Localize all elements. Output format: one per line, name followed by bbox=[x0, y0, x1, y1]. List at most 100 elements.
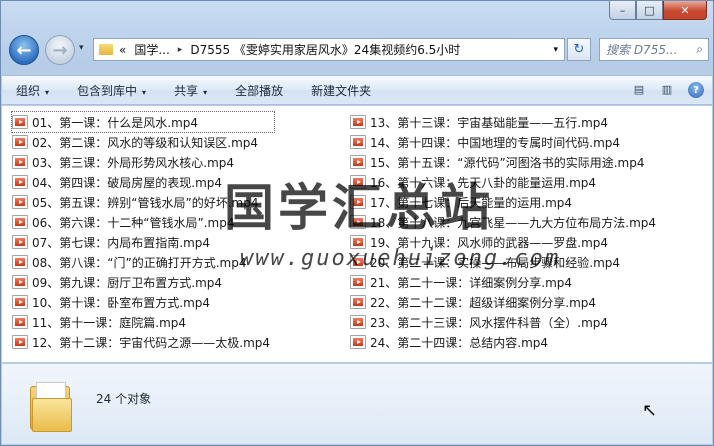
video-file-icon bbox=[12, 135, 28, 149]
file-item[interactable]: 13、第十三课：宇宙基础能量——五行.mp4 bbox=[350, 112, 660, 132]
details-pane: 24 个对象 ↖ bbox=[2, 363, 712, 444]
file-item[interactable]: 07、第七课：内局布置指南.mp4 bbox=[12, 232, 274, 252]
file-name: 03、第三课：外局形势风水核心.mp4 bbox=[32, 155, 235, 170]
file-item[interactable]: 01、第一课：什么是风水.mp4 bbox=[10, 111, 276, 133]
organize-button[interactable]: 组织 ▾ bbox=[2, 82, 63, 99]
chevron-down-icon: ▾ bbox=[142, 87, 147, 97]
video-file-icon bbox=[12, 275, 28, 289]
video-file-icon bbox=[350, 315, 366, 329]
share-button[interactable]: 共享 ▾ bbox=[160, 82, 221, 99]
file-name: 08、第八课：“门”的正确打开方式.mp4 bbox=[32, 255, 247, 270]
file-name: 23、第二十三课：风水摆件科普（全）.mp4 bbox=[370, 315, 609, 330]
file-name: 18、第十八课：九宫飞星——九大方位布局方法.mp4 bbox=[370, 215, 657, 230]
file-item[interactable]: 19、第十九课：风水师的武器——罗盘.mp4 bbox=[350, 232, 660, 252]
include-in-library-label: 包含到库中 bbox=[77, 83, 138, 98]
video-file-icon bbox=[12, 195, 28, 209]
video-file-icon bbox=[350, 235, 366, 249]
file-name: 16、第十六课：先天八卦的能量运用.mp4 bbox=[370, 175, 597, 190]
file-name: 02、第二课：风水的等级和认知误区.mp4 bbox=[32, 135, 259, 150]
file-item[interactable]: 22、第二十二课：超级详细案例分享.mp4 bbox=[350, 292, 660, 312]
file-item[interactable]: 24、第二十四课：总结内容.mp4 bbox=[350, 332, 660, 352]
include-in-library-button[interactable]: 包含到库中 ▾ bbox=[63, 82, 160, 99]
explorer-window: – □ ✕ ← → ▾ « 国学... ▸ D7555 《雯婷实用家居风水》24… bbox=[0, 0, 714, 446]
file-list[interactable]: 01、第一课：什么是风水.mp4 02、第二课：风水的等级和认知误区.mp4 0… bbox=[2, 106, 712, 362]
address-overflow[interactable]: « bbox=[119, 43, 126, 57]
back-button[interactable]: ← bbox=[9, 35, 39, 65]
breadcrumb-root[interactable]: 国学... bbox=[134, 41, 169, 58]
file-name: 14、第十四课：中国地理的专属时间代码.mp4 bbox=[370, 135, 621, 150]
file-name: 12、第十二课：宇宙代码之源——太极.mp4 bbox=[32, 335, 271, 350]
file-name: 22、第二十二课：超级详细案例分享.mp4 bbox=[370, 295, 597, 310]
breadcrumb-current[interactable]: D7555 《雯婷实用家居风水》24集视频约6.5小时 bbox=[190, 41, 460, 58]
file-column-right: 13、第十三课：宇宙基础能量——五行.mp4 14、第十四课：中国地理的专属时间… bbox=[350, 112, 660, 352]
address-bar[interactable]: « 国学... ▸ D7555 《雯婷实用家居风水》24集视频约6.5小时 ▾ bbox=[93, 38, 565, 61]
close-button[interactable]: ✕ bbox=[663, 1, 707, 20]
video-file-icon bbox=[12, 155, 28, 169]
recent-pages-button[interactable]: ▾ bbox=[79, 43, 84, 53]
search-input[interactable]: 搜索 D755... ⌕ bbox=[599, 38, 709, 61]
refresh-button[interactable]: ↻ bbox=[567, 38, 591, 61]
video-file-icon bbox=[350, 195, 366, 209]
forward-arrow-icon: → bbox=[52, 39, 68, 61]
file-name: 07、第七课：内局布置指南.mp4 bbox=[32, 235, 211, 250]
file-item[interactable]: 23、第二十三课：风水摆件科普（全）.mp4 bbox=[350, 312, 660, 332]
file-name: 04、第四课：破局房屋的表现.mp4 bbox=[32, 175, 223, 190]
minimize-button[interactable]: – bbox=[609, 1, 636, 20]
file-name: 06、第六课：十二种“管钱水局”.mp4 bbox=[32, 215, 235, 230]
video-file-icon bbox=[350, 255, 366, 269]
video-file-icon bbox=[12, 215, 28, 229]
file-item[interactable]: 14、第十四课：中国地理的专属时间代码.mp4 bbox=[350, 132, 660, 152]
help-icon[interactable]: ? bbox=[688, 82, 704, 98]
file-name: 05、第五课：辨别“管钱水局”的好坏.mp4 bbox=[32, 195, 259, 210]
file-item[interactable]: 03、第三课：外局形势风水核心.mp4 bbox=[12, 152, 274, 172]
new-folder-button[interactable]: 新建文件夹 bbox=[297, 82, 385, 99]
caption-buttons: – □ ✕ bbox=[609, 1, 707, 20]
item-count: 24 个对象 bbox=[96, 392, 152, 406]
search-icon[interactable]: ⌕ bbox=[696, 42, 703, 57]
address-dropdown-icon[interactable]: ▾ bbox=[553, 45, 558, 55]
file-item[interactable]: 16、第十六课：先天八卦的能量运用.mp4 bbox=[350, 172, 660, 192]
file-item[interactable]: 10、第十课：卧室布置方式.mp4 bbox=[12, 292, 274, 312]
video-file-icon bbox=[350, 335, 366, 349]
video-file-icon bbox=[12, 315, 28, 329]
file-item[interactable]: 17、第十七课：后天能量的运用.mp4 bbox=[350, 192, 660, 212]
file-item[interactable]: 02、第二课：风水的等级和认知误区.mp4 bbox=[12, 132, 274, 152]
video-file-icon bbox=[12, 295, 28, 309]
file-item[interactable]: 21、第二十一课：详细案例分享.mp4 bbox=[350, 272, 660, 292]
file-item[interactable]: 04、第四课：破局房屋的表现.mp4 bbox=[12, 172, 274, 192]
file-item[interactable]: 18、第十八课：九宫飞星——九大方位布局方法.mp4 bbox=[350, 212, 660, 232]
preview-pane-icon[interactable]: ▥ bbox=[658, 83, 676, 97]
chevron-down-icon: ▾ bbox=[203, 87, 208, 97]
file-name: 17、第十七课：后天能量的运用.mp4 bbox=[370, 195, 573, 210]
video-file-icon bbox=[12, 235, 28, 249]
breadcrumb-separator-icon[interactable]: ▸ bbox=[178, 45, 183, 55]
file-item[interactable]: 05、第五课：辨别“管钱水局”的好坏.mp4 bbox=[12, 192, 274, 212]
toolbar-right: ▤ ▥ ? bbox=[620, 82, 704, 98]
file-item[interactable]: 09、第九课：厨厅卫布置方式.mp4 bbox=[12, 272, 274, 292]
file-item[interactable]: 12、第十二课：宇宙代码之源——太极.mp4 bbox=[12, 332, 274, 352]
file-name: 15、第十五课：“源代码”河图洛书的实际用途.mp4 bbox=[370, 155, 645, 170]
change-view-icon[interactable]: ▤ bbox=[630, 83, 648, 97]
file-item[interactable]: 15、第十五课：“源代码”河图洛书的实际用途.mp4 bbox=[350, 152, 660, 172]
search-placeholder: 搜索 D755... bbox=[606, 43, 678, 57]
navigation-bar: ← → ▾ « 国学... ▸ D7555 《雯婷实用家居风水》24集视频约6.… bbox=[7, 33, 709, 67]
chevron-down-icon: ▾ bbox=[45, 87, 50, 97]
organize-label: 组织 bbox=[16, 83, 41, 98]
file-item[interactable]: 08、第八课：“门”的正确打开方式.mp4 bbox=[12, 252, 274, 272]
video-file-icon bbox=[350, 115, 366, 129]
file-item[interactable]: 06、第六课：十二种“管钱水局”.mp4 bbox=[12, 212, 274, 232]
forward-button[interactable]: → bbox=[45, 35, 75, 65]
video-file-icon bbox=[350, 135, 366, 149]
maximize-button[interactable]: □ bbox=[636, 1, 663, 20]
file-name: 20、第二十课：实操——布局步骤和经验.mp4 bbox=[370, 255, 621, 270]
file-column-left: 01、第一课：什么是风水.mp4 02、第二课：风水的等级和认知误区.mp4 0… bbox=[10, 111, 276, 352]
file-item[interactable]: 20、第二十课：实操——布局步骤和经验.mp4 bbox=[350, 252, 660, 272]
file-name: 21、第二十一课：详细案例分享.mp4 bbox=[370, 275, 573, 290]
video-file-icon bbox=[350, 215, 366, 229]
folder-icon bbox=[99, 44, 113, 55]
file-item[interactable]: 11、第十一课：庭院篇.mp4 bbox=[12, 312, 274, 332]
file-name: 24、第二十四课：总结内容.mp4 bbox=[370, 335, 549, 350]
play-all-button[interactable]: 全部播放 bbox=[221, 82, 297, 99]
command-bar: 组织 ▾ 包含到库中 ▾ 共享 ▾ 全部播放 新建文件夹 ▤ ▥ ? bbox=[2, 75, 712, 105]
file-name: 01、第一课：什么是风水.mp4 bbox=[32, 115, 199, 130]
